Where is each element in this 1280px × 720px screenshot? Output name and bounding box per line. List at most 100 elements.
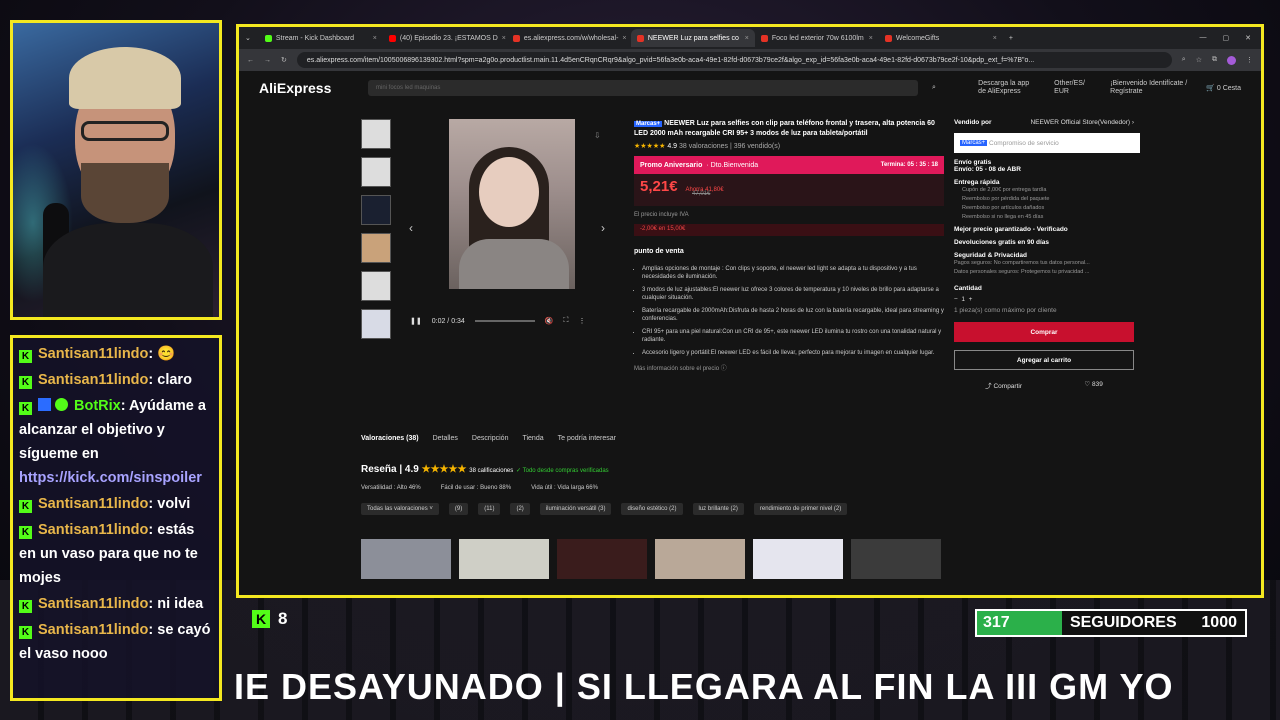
mute-icon[interactable]: 🔇 (545, 317, 554, 325)
security-item: Datos personales seguros: Protegemos tu … (954, 269, 1090, 275)
tab-list-icon[interactable]: ⌄ (245, 34, 251, 42)
download-icon[interactable]: ⇩ (594, 131, 601, 140)
minimize-icon[interactable]: — (1200, 34, 1207, 42)
filter-chip[interactable]: rendimiento de primer nivel (2) (753, 503, 848, 515)
minus-icon[interactable]: − (954, 296, 958, 303)
bookmark-star-icon[interactable]: ☆ (1196, 56, 1202, 64)
search-icon[interactable]: ⌕ (932, 84, 936, 92)
tab-welcome-gifts[interactable]: WelcomeGifts × (879, 29, 1003, 47)
video-controls: ❚❚ 0:02 / 0:34 🔇 ⛶ ⋮ (404, 311, 619, 331)
forward-icon[interactable]: → (264, 57, 271, 64)
tab-descripcion[interactable]: Descripción (472, 435, 509, 442)
tab-te-podria-interesar[interactable]: Te podría interesar (558, 435, 616, 442)
free-shipping[interactable]: Envío gratis (954, 159, 1134, 166)
review-photo[interactable] (361, 539, 451, 579)
chat-link[interactable]: https://kick.com/sinspoiler (19, 470, 202, 486)
menu-icon[interactable]: ⋮ (1246, 56, 1253, 64)
thumbnail[interactable] (361, 119, 391, 149)
close-window-icon[interactable]: ✕ (1245, 34, 1251, 42)
share-icon: ⤴ (985, 383, 992, 390)
cart-link[interactable]: 🛒 0 Cesta (1206, 84, 1241, 92)
share-button[interactable]: ⤴ Compartir (985, 380, 1022, 390)
service-box: Marcas+ Compromiso de servicio (954, 133, 1140, 153)
scrolling-ticker: IE DESAYUNADO | SI LLEGARA AL FIN LA III… (234, 666, 1174, 707)
security-item: Pagos seguros: No compartiremos tus dato… (954, 260, 1090, 266)
download-app-link[interactable]: Descarga la app de AliExpress (978, 80, 1038, 96)
review-photo[interactable] (851, 539, 941, 579)
tab-youtube[interactable]: (40) Episodio 23. ¡ESTAMOS D × (383, 29, 507, 47)
close-tab-icon[interactable]: × (993, 35, 997, 42)
highlight-item: 3 modos de luz ajustables:El neewer luz … (642, 286, 944, 302)
chat-message: K Santisan11lindo: volvi (19, 492, 213, 516)
review-photo[interactable] (459, 539, 549, 579)
close-tab-icon[interactable]: × (373, 35, 377, 42)
extensions-icon[interactable]: ⧉ (1212, 56, 1217, 64)
filter-chip[interactable]: luz brillante (2) (692, 503, 744, 515)
filter-chip[interactable]: (2) (510, 503, 530, 515)
price-guarantee[interactable]: Mejor precio garantizado - Verificado (954, 226, 1134, 233)
maximize-icon[interactable]: ▢ (1223, 34, 1230, 42)
tab-aliexpress-search[interactable]: es.aliexpress.com/w/wholesal- × (507, 29, 631, 47)
thumbnail[interactable] (361, 271, 391, 301)
fullscreen-icon[interactable]: ⛶ (564, 317, 569, 325)
tab-foco-led[interactable]: Foco led exterior 70w 6100lm × (755, 29, 879, 47)
next-image-icon[interactable]: › (601, 221, 605, 235)
buy-button[interactable]: Comprar (954, 322, 1134, 342)
tab-neewer-product[interactable]: NEEWER Luz para selfies co × (630, 29, 755, 47)
tab-tienda[interactable]: Tienda (522, 435, 543, 442)
back-icon[interactable]: ← (247, 57, 254, 64)
coupon-row[interactable]: -2,00€ en 15,00€ (634, 224, 944, 236)
reload-icon[interactable]: ↻ (281, 56, 287, 64)
youtube-favicon-icon (388, 34, 396, 42)
filter-chip[interactable]: (11) (478, 503, 501, 515)
filter-chip[interactable]: diseño estético (2) (621, 503, 683, 515)
region-selector[interactable]: Other/ES/ EUR (1054, 80, 1094, 96)
thumbnail[interactable] (361, 233, 391, 263)
kick-icon: K (19, 526, 32, 539)
new-tab-icon[interactable]: + (1009, 35, 1013, 42)
pause-icon[interactable]: ❚❚ (410, 317, 422, 325)
thumbnail[interactable] (361, 157, 391, 187)
store-link[interactable]: NEEWER Official Store(Vendedor) › (1030, 119, 1134, 126)
wishlist-button[interactable]: ♡ 839 (1084, 380, 1103, 390)
chat-username: Santisan11lindo (38, 372, 149, 388)
plus-icon[interactable]: + (969, 296, 973, 303)
progress-bar[interactable] (474, 320, 535, 322)
filter-chip[interactable]: Todas las valoraciones ˅ (361, 503, 439, 515)
close-tab-icon[interactable]: × (502, 35, 506, 42)
tab-detalles[interactable]: Detalles (433, 435, 458, 442)
free-returns[interactable]: Devoluciones gratis en 90 días (954, 239, 1134, 246)
aliexpress-logo[interactable]: AliExpress (259, 80, 354, 96)
review-photo[interactable] (557, 539, 647, 579)
more-price-link[interactable]: Más información sobre el precio ⓘ (634, 363, 944, 372)
security-privacy[interactable]: Seguridad & Privacidad (954, 252, 1134, 259)
close-tab-icon[interactable]: × (745, 35, 749, 42)
ratings-count[interactable]: 38 valoraciones | 396 vendido(s) (679, 143, 780, 150)
filter-chip[interactable]: iluminación versátil (3) (539, 503, 612, 515)
filter-chip[interactable]: (9) (448, 503, 469, 515)
profile-icon[interactable] (1227, 55, 1236, 65)
product-title: Marcas+ NEEWER Luz para selfies con clip… (634, 119, 944, 138)
zoom-icon[interactable]: ⌕ (1182, 56, 1186, 64)
more-options-icon[interactable]: ⋮ (578, 317, 585, 325)
quantity-stepper[interactable]: − 1 + (954, 296, 1134, 303)
fast-item: Cupón de 2,00€ por entrega tardía (962, 187, 1047, 193)
tab-valoraciones[interactable]: Valoraciones (38) (361, 435, 419, 442)
share-row: ⤴ Compartir ♡ 839 (954, 380, 1134, 390)
review-photo[interactable] (655, 539, 745, 579)
account-link[interactable]: ¡Bienvenido Identifícate / Regístrate (1110, 80, 1190, 96)
thumbnail[interactable] (361, 309, 391, 339)
purchase-sidebar: Vendido por NEEWER Official Store(Vendedo… (954, 119, 1140, 390)
close-tab-icon[interactable]: × (869, 35, 873, 42)
add-to-cart-button[interactable]: Agregar al carrito (954, 350, 1134, 370)
highlight-item: Accesorio ligero y portátil:El neewer LE… (642, 349, 944, 357)
fast-delivery[interactable]: Entrega rápida (954, 179, 1134, 186)
close-tab-icon[interactable]: × (622, 35, 626, 42)
search-input[interactable]: mini focos led maquinas (368, 80, 918, 96)
product-video[interactable] (449, 119, 575, 289)
thumbnail[interactable] (361, 195, 391, 225)
url-field[interactable]: es.aliexpress.com/item/1005006896139302.… (296, 52, 1172, 68)
tab-kick-dashboard[interactable]: Stream - Kick Dashboard × (259, 29, 383, 47)
review-photo[interactable] (753, 539, 843, 579)
prev-image-icon[interactable]: ‹ (409, 221, 413, 235)
